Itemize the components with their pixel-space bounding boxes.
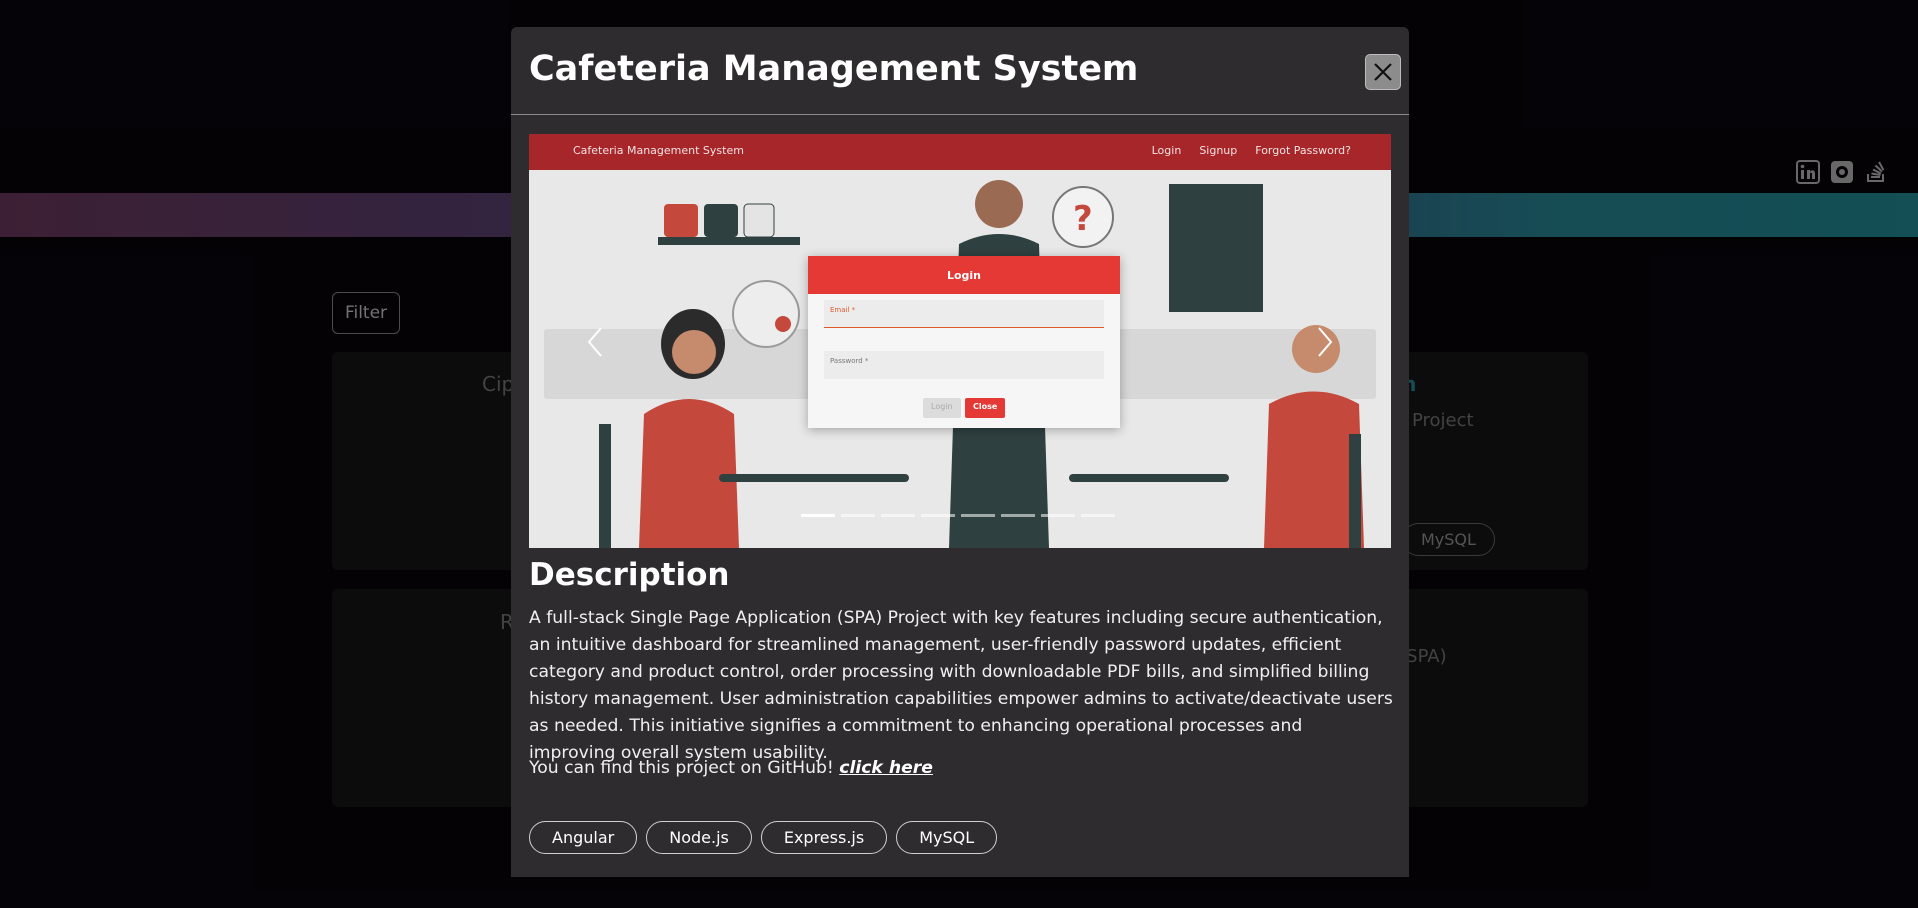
carousel-indicator[interactable] xyxy=(921,514,955,517)
github-line: You can find this project on GitHub! cli… xyxy=(529,758,933,778)
tech-tag: Node.js xyxy=(646,821,752,854)
carousel-indicator[interactable] xyxy=(881,514,915,517)
chevron-left-icon xyxy=(587,327,602,357)
email-field-preview: Email * xyxy=(824,300,1104,328)
nav-forgot-password: Forgot Password? xyxy=(1255,144,1351,157)
nav-login: Login xyxy=(1151,144,1182,157)
carousel-indicator[interactable] xyxy=(801,514,835,517)
chevron-right-icon xyxy=(1318,327,1333,357)
close-button[interactable] xyxy=(1365,54,1401,90)
carousel-indicator[interactable] xyxy=(1081,514,1115,517)
app-brand: Cafeteria Management System xyxy=(573,144,744,157)
github-prefix: You can find this project on GitHub! xyxy=(529,758,834,778)
carousel-next-button[interactable] xyxy=(1309,324,1339,360)
description-heading: Description xyxy=(529,557,730,593)
app-nav: Login Signup Forgot Password? xyxy=(1152,144,1351,157)
svg-text:?: ? xyxy=(1073,199,1093,239)
app-navbar: Cafeteria Management System Login Signup… xyxy=(529,134,1391,170)
modal-header: Cafeteria Management System xyxy=(511,27,1409,115)
tech-tag: Angular xyxy=(529,821,638,854)
password-field-preview: Password * xyxy=(824,351,1104,379)
tech-tag: Express.js xyxy=(760,821,888,854)
close-button-preview: Close xyxy=(965,398,1006,418)
login-dialog-preview: Login Email * Password * Login Close xyxy=(808,256,1120,428)
carousel-indicator[interactable] xyxy=(841,514,875,517)
close-icon xyxy=(1374,63,1392,81)
nav-signup: Signup xyxy=(1199,144,1238,157)
tech-tag: MySQL xyxy=(896,821,998,854)
login-button-preview: Login xyxy=(923,398,961,418)
carousel-indicators xyxy=(801,514,1115,517)
screenshot-carousel[interactable]: ? Cafeteria Management System Login Sign… xyxy=(529,134,1391,548)
carousel-indicator[interactable] xyxy=(1041,514,1075,517)
github-link[interactable]: click here xyxy=(839,758,933,778)
description-text: A full-stack Single Page Application (SP… xyxy=(529,608,1393,763)
modal-title: Cafeteria Management System xyxy=(529,49,1139,89)
carousel-indicator[interactable] xyxy=(961,514,995,517)
dialog-title: Login xyxy=(808,256,1120,294)
project-modal: Cafeteria Management System ? Cafeteria … xyxy=(511,27,1409,877)
carousel-indicator[interactable] xyxy=(1001,514,1035,517)
carousel-prev-button[interactable] xyxy=(581,324,611,360)
tech-tags: Angular Node.js Express.js MySQL xyxy=(529,821,998,854)
